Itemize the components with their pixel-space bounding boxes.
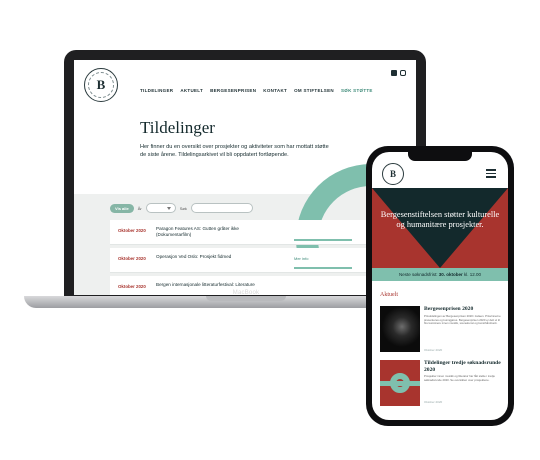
- grant-list: Oktober 2020 Paragon Features AS: Gutten…: [110, 220, 408, 295]
- year-select[interactable]: [145, 203, 176, 213]
- section-title: Aktuelt: [380, 292, 398, 298]
- phone-screen: B Bergesenstiftelsen støtter kulturelle …: [372, 152, 508, 420]
- news-card-title: Tildelinger tredje søknadsrunde 2020: [424, 360, 501, 373]
- laptop-notch: [206, 296, 286, 301]
- nav-item-aktuelt[interactable]: AKTUELT: [180, 88, 203, 93]
- more-info-link[interactable]: Mer info: [294, 256, 308, 261]
- news-card-body: Prisutdelingen av Bergesenprisen 2020 i …: [424, 314, 501, 326]
- row-accent-bar: [294, 239, 352, 241]
- page-intro: Her finner du en oversikt over prosjekte…: [140, 144, 329, 158]
- deadline-bar: Neste søknadsfrist: 30. oktober kl. 12.0…: [372, 268, 508, 281]
- main-nav: TILDELINGER AKTUELT BERGESENPRISEN KONTA…: [140, 88, 373, 93]
- row-name: Paragon Features AS: Gutten gråter ikke …: [156, 226, 239, 237]
- nav-item-bergesenprisen[interactable]: BERGESENPRISEN: [210, 88, 256, 93]
- table-row[interactable]: Oktober 2020 Paragon Features AS: Gutten…: [110, 220, 408, 245]
- row-name: Operasjon Ved Oslo: Prosjekt fidmed: [156, 254, 232, 259]
- search-label: Søk: [179, 205, 187, 211]
- instagram-icon[interactable]: [400, 70, 406, 76]
- news-card-body: Prosjekter innen musikk og litteratur ha…: [424, 374, 495, 382]
- nav-item-kontakt[interactable]: KONTAKT: [263, 88, 287, 93]
- graphic-ring: [380, 360, 420, 406]
- hero-text: Bergesenstiftelsen støtter kulturelle og…: [380, 210, 500, 229]
- row-date: Oktober 2020: [118, 228, 146, 233]
- social-links: [391, 70, 406, 76]
- news-card-date: Oktober 2020: [424, 348, 443, 352]
- hamburger-menu-icon[interactable]: [486, 169, 496, 180]
- news-card-title: Bergesenprisen 2020: [424, 306, 474, 312]
- laptop-brand-label: MacBook: [232, 290, 260, 296]
- row-date: Oktober 2020: [118, 256, 146, 261]
- phone-notch: [408, 152, 472, 161]
- hero-banner: Bergesenstiftelsen støtter kulturelle og…: [372, 188, 508, 268]
- page-title: Tildelinger: [140, 118, 215, 137]
- year-label: År: [137, 205, 142, 211]
- phone-site-logo[interactable]: B: [382, 163, 404, 185]
- archive-filters: Vis alle År Søk: [110, 203, 253, 213]
- device-mockup: B TILDELINGER AKTUELT BERGESENPRISEN KON…: [0, 0, 540, 460]
- row-accent-bar: [294, 267, 352, 269]
- news-card[interactable]: Tildelinger tredje søknadsrunde 2020 Pro…: [380, 360, 504, 414]
- facebook-icon[interactable]: [391, 70, 397, 76]
- nav-item-om-stiftelsen[interactable]: OM STIFTELSEN: [294, 88, 334, 93]
- nav-item-sok-stotte[interactable]: SØK STØTTE: [341, 88, 373, 93]
- row-date: Oktober 2020: [118, 284, 146, 289]
- search-input[interactable]: [190, 203, 253, 213]
- laptop-screen: B TILDELINGER AKTUELT BERGESENPRISEN KON…: [74, 60, 416, 295]
- show-all-button[interactable]: Vis alle: [110, 203, 134, 213]
- news-card[interactable]: Bergesenprisen 2020 Prisutdelingen av Be…: [380, 306, 504, 360]
- row-name: Bergen internasjonale litteraturfestival…: [156, 282, 255, 287]
- site-logo[interactable]: B: [84, 68, 118, 102]
- dancer-photo: [380, 306, 420, 352]
- table-row[interactable]: Oktober 2020 Operasjon Ved Oslo: Prosjek…: [110, 248, 408, 273]
- news-card-date: Oktober 2020: [424, 400, 443, 404]
- nav-item-tildelinger[interactable]: TILDELINGER: [140, 88, 173, 93]
